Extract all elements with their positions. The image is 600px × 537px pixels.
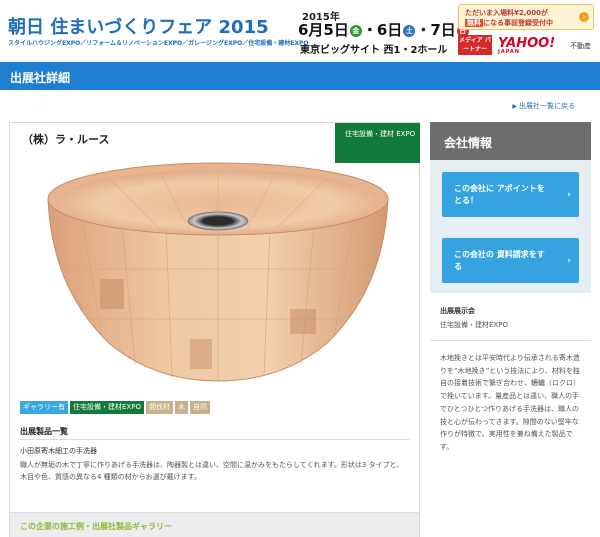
yahoo-fudosan-label: 不動産 (570, 42, 591, 50)
product-image-wooden-basin (47, 162, 389, 382)
event-date-3: 7日 (430, 21, 456, 39)
company-name: （株）ラ・ルース (22, 133, 110, 146)
banner-arrow-icon: › (579, 12, 589, 22)
event-dates: 6月5日金・6日土・7日日 (298, 19, 470, 40)
back-to-list-link[interactable]: ▶ 出展社一覧に戻る (512, 101, 575, 111)
company-description: 木地挽きとは平安時代より伝承される寄木造りを”木地挽き”という技法により、材料を… (440, 354, 580, 451)
site-logo-subtitle: スタイルハウジングEXPO／リフォーム＆リノベーションEXPO／ガレージングEX… (8, 40, 309, 47)
company-actions-box: この会社に アポイントをとる！ › この会社の 資料請求をする › (430, 160, 591, 293)
triangle-right-icon: ▶ (512, 103, 517, 110)
company-info-heading: 会社情報 (430, 122, 591, 160)
company-info-title: 会社情報 (444, 136, 493, 150)
gallery-title: この企業の施工例・出展社製品ギャラリー (20, 522, 172, 531)
sidebar-divider (430, 340, 591, 341)
tag-expo[interactable]: 住宅設備・建材EXPO (70, 401, 144, 414)
event-date-1: 6月5日 (298, 21, 349, 39)
appointment-button-label: この会社に アポイントをとる！ (454, 184, 545, 205)
page-title: 出展社詳細 (10, 71, 71, 85)
tag-wood[interactable]: 木 (174, 401, 188, 414)
products-section-heading: 出展製品一覧 (20, 427, 68, 436)
banner-line-2: 無料 になる事前登録受付中 (465, 18, 553, 28)
catalog-request-button-label: この会社の 資料請求をする (454, 250, 545, 271)
site-logo[interactable]: 朝日 住まいづくりフェア 2015 (8, 13, 269, 39)
site-header: 朝日 住まいづくりフェア 2015 スタイルハウジングEXPO／リフォーム＆リノ… (0, 0, 600, 62)
back-link-label: 出展社一覧に戻る (519, 102, 575, 110)
day-badge-sat: 土 (403, 25, 416, 37)
product-name[interactable]: 小田原寄木細工の手洗器 (20, 446, 97, 456)
catalog-request-button[interactable]: この会社の 資料請求をする › (442, 238, 579, 283)
tag-thinned-wood[interactable]: 間伐材 (145, 401, 173, 414)
banner-free-highlight: 無料 (465, 19, 483, 27)
date-separator: ・ (362, 23, 377, 39)
section-divider (20, 439, 410, 440)
gallery-section[interactable]: この企業の施工例・出展社製品ギャラリー (10, 512, 419, 537)
tag-nature[interactable]: 自然 (189, 401, 210, 414)
chevron-right-icon: › (567, 190, 571, 200)
tag-gallery[interactable]: ギャラリー有 (20, 401, 68, 414)
product-tags: ギャラリー有 住宅設備・建材EXPO 間伐材木自然 (20, 401, 212, 415)
exhibition-value: 住宅設備・建材EXPO (440, 321, 508, 329)
event-date-2: 6日 (376, 21, 403, 39)
appointment-button[interactable]: この会社に アポイントをとる！ › (442, 172, 579, 217)
day-badge-fri: 金 (349, 25, 362, 37)
exhibition-label: 出展展示会 (440, 307, 475, 315)
exhibitor-detail-panel: （株）ラ・ルース 住宅設備・建材 EXPO ギャラリー有 住宅設備・建材EXPO… (9, 122, 420, 537)
product-description: 職人が無垢の木で丁寧に作りあげる手洗器は、陶器製とは違い、空間に温かみをもたらし… (20, 461, 404, 481)
expo-category-tag: 住宅設備・建材 EXPO (335, 123, 420, 163)
yahoo-logo[interactable]: YAHOO! JAPAN (498, 36, 555, 55)
banner-line-2-text: になる事前登録受付中 (483, 19, 553, 27)
chevron-right-icon: › (567, 256, 571, 266)
free-registration-banner[interactable]: ただいま入場料¥2,000が 無料 になる事前登録受付中 › (458, 4, 594, 30)
media-partner-badge: メディア パートナー (458, 35, 492, 55)
banner-line-1: ただいま入場料¥2,000が (465, 9, 549, 17)
page-title-bar: 出展社詳細 (0, 62, 600, 90)
date-separator: ・ (416, 23, 431, 39)
event-venue: 東京ビッグサイト 西1・2ホール (300, 45, 448, 56)
